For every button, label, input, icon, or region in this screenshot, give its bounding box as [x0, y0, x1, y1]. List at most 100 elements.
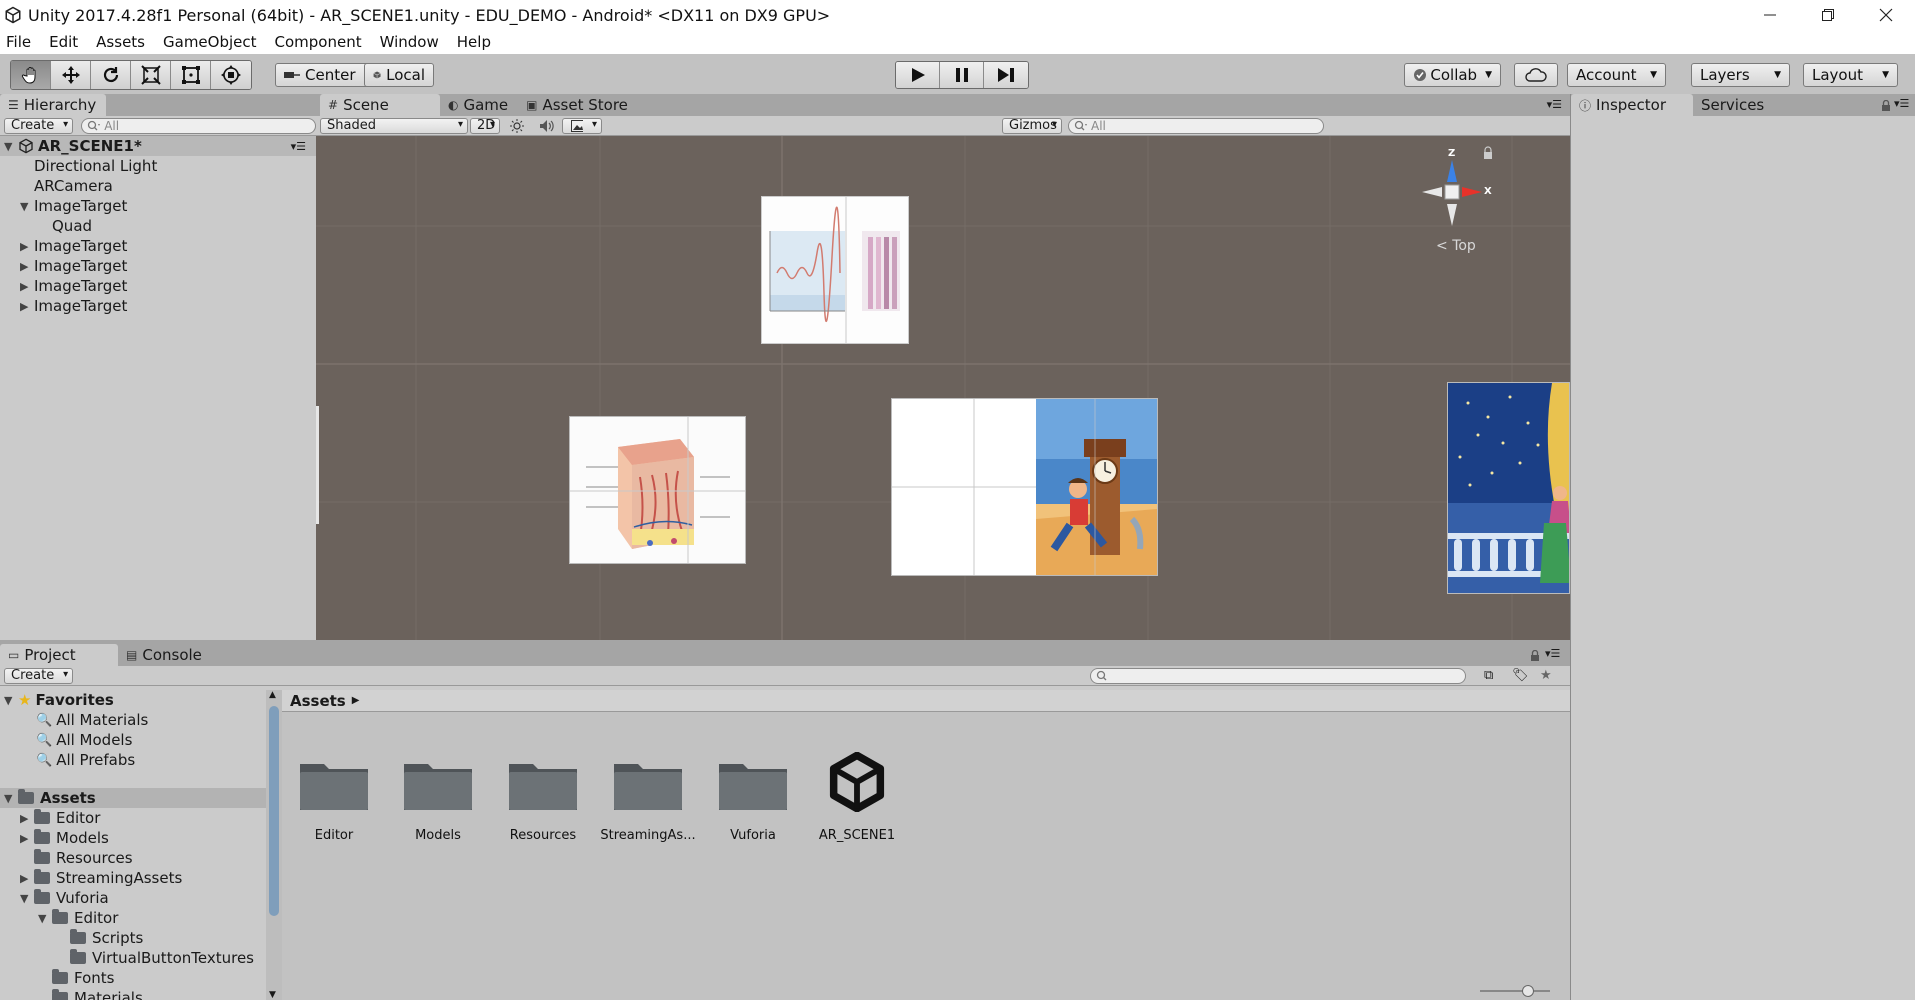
tab-asset-store[interactable]: ▣ Asset Store: [518, 94, 638, 116]
favorite-all-models[interactable]: 🔍 All Models: [0, 730, 266, 750]
scene-viewport[interactable]: Z X < Top: [316, 136, 1570, 640]
asset-folder-resources[interactable]: Resources: [493, 758, 593, 843]
effects-dropdown[interactable]: [562, 117, 602, 134]
play-button[interactable]: [896, 62, 940, 88]
expand-down-icon[interactable]: ▼: [38, 912, 52, 925]
zoom-slider-thumb[interactable]: [1522, 985, 1534, 997]
move-tool-button[interactable]: [51, 61, 91, 89]
image-target-skin[interactable]: [569, 416, 746, 564]
account-dropdown[interactable]: Account ▼: [1567, 63, 1666, 87]
hierarchy-item-imagetarget[interactable]: ▶ ImageTarget: [0, 276, 316, 296]
scale-tool-button[interactable]: [131, 61, 171, 89]
hierarchy-item-directional-light[interactable]: Directional Light: [0, 156, 316, 176]
image-target-chart[interactable]: [761, 196, 909, 344]
favorite-star-icon[interactable]: ★: [1540, 668, 1552, 683]
tree-folder-models[interactable]: ▶ Models: [0, 828, 266, 848]
favorites-row[interactable]: ▼ ★ Favorites: [0, 690, 266, 710]
gizmos-dropdown[interactable]: Gizmos: [1002, 117, 1062, 134]
menu-assets[interactable]: Assets: [96, 33, 145, 51]
hierarchy-search-input[interactable]: All: [81, 117, 316, 134]
panel-lock-icon[interactable]: [1530, 650, 1540, 662]
gizmo-view-label[interactable]: < Top: [1436, 238, 1476, 254]
image-target-night[interactable]: [1447, 382, 1570, 594]
tree-folder-resources[interactable]: Resources: [0, 848, 266, 868]
menu-window[interactable]: Window: [380, 33, 439, 51]
panel-menu-icon[interactable]: ▾☰: [1547, 98, 1562, 111]
panel-lock-icon[interactable]: [1881, 100, 1891, 112]
tab-hierarchy[interactable]: ☰ Hierarchy: [0, 94, 107, 116]
minimize-button[interactable]: [1741, 0, 1799, 30]
expand-right-icon[interactable]: ▶: [20, 260, 34, 273]
menu-file[interactable]: File: [6, 33, 31, 51]
project-create-dropdown[interactable]: Create: [4, 667, 74, 684]
pivot-center-button[interactable]: Center: [275, 63, 372, 87]
collab-button[interactable]: Collab ▼: [1404, 63, 1501, 87]
expand-right-icon[interactable]: ▶: [20, 280, 34, 293]
scene-menu-icon[interactable]: ▾☰: [291, 140, 306, 153]
filter-by-label-icon[interactable]: 🏷: [1512, 668, 1529, 683]
image-target-clock[interactable]: [891, 398, 1158, 576]
tab-inspector[interactable]: ⓘ Inspector: [1571, 94, 1693, 116]
step-button[interactable]: [984, 62, 1028, 88]
expand-down-icon[interactable]: ▼: [4, 792, 18, 805]
expand-down-icon[interactable]: ▼: [20, 892, 34, 905]
tab-scene[interactable]: # Scene: [320, 94, 440, 116]
expand-right-icon[interactable]: ▶: [20, 872, 34, 885]
expand-down-icon[interactable]: ▼: [20, 200, 34, 213]
assets-root-row[interactable]: ▼ Assets: [0, 788, 266, 808]
tree-folder-fonts[interactable]: Fonts: [0, 968, 266, 988]
expand-down-icon[interactable]: ▼: [4, 694, 18, 707]
menu-help[interactable]: Help: [457, 33, 491, 51]
favorite-all-materials[interactable]: 🔍 All Materials: [0, 710, 266, 730]
expand-right-icon[interactable]: ▶: [20, 832, 34, 845]
layers-dropdown[interactable]: Layers ▼: [1691, 63, 1790, 87]
menu-edit[interactable]: Edit: [49, 33, 78, 51]
tree-folder-virtualbuttontextures[interactable]: VirtualButtonTextures: [0, 948, 266, 968]
asset-folder-streamingassets[interactable]: StreamingAs...: [598, 758, 698, 843]
expand-down-icon[interactable]: ▼: [4, 140, 18, 153]
menu-component[interactable]: Component: [275, 33, 362, 51]
orientation-gizmo[interactable]: Z X < Top: [1412, 146, 1542, 256]
hand-tool-button[interactable]: [11, 61, 51, 89]
project-search-input[interactable]: [1090, 667, 1466, 684]
close-button[interactable]: [1857, 0, 1915, 30]
scroll-down-icon[interactable]: ▼: [269, 990, 276, 1000]
lighting-toggle[interactable]: [502, 118, 532, 134]
asset-folder-vuforia[interactable]: Vuforia: [703, 758, 803, 843]
panel-splitter-handle[interactable]: [316, 406, 319, 524]
expand-right-icon[interactable]: ▶: [20, 300, 34, 313]
hierarchy-item-arcamera[interactable]: ARCamera: [0, 176, 316, 196]
tab-console[interactable]: ▤ Console: [118, 644, 212, 666]
layout-dropdown[interactable]: Layout ▼: [1803, 63, 1898, 87]
panel-menu-icon[interactable]: ▾☰: [1894, 97, 1909, 110]
tree-folder-editor[interactable]: ▶ Editor: [0, 808, 266, 828]
mode-2d-toggle[interactable]: 2D: [470, 117, 500, 134]
scrollbar-thumb[interactable]: [269, 706, 279, 916]
hierarchy-create-dropdown[interactable]: Create: [4, 117, 74, 134]
hierarchy-item-imagetarget[interactable]: ▶ ImageTarget: [0, 236, 316, 256]
scene-root-row[interactable]: ▼ AR_SCENE1* ▾☰: [0, 136, 316, 156]
expand-right-icon[interactable]: ▶: [20, 240, 34, 253]
panel-menu-icon[interactable]: ▾☰: [1545, 647, 1560, 660]
restore-button[interactable]: [1799, 0, 1857, 30]
favorite-all-prefabs[interactable]: 🔍 All Prefabs: [0, 750, 266, 770]
audio-toggle[interactable]: [532, 118, 562, 134]
tree-folder-vuforia[interactable]: ▼ Vuforia: [0, 888, 266, 908]
filter-by-type-icon[interactable]: ⧉: [1484, 668, 1493, 683]
pivot-local-button[interactable]: Local: [364, 63, 434, 87]
zoom-slider[interactable]: [1480, 985, 1550, 997]
shading-mode-dropdown[interactable]: Shaded: [320, 117, 468, 134]
pause-button[interactable]: [940, 62, 984, 88]
asset-scene-ar-scene1[interactable]: AR_SCENE1: [807, 751, 907, 843]
hierarchy-item-imagetarget[interactable]: ▶ ImageTarget: [0, 256, 316, 276]
transform-tool-button[interactable]: [211, 61, 251, 89]
tree-folder-scripts[interactable]: Scripts: [0, 928, 266, 948]
hierarchy-item-quad[interactable]: Quad: [0, 216, 316, 236]
project-tree-scrollbar[interactable]: ▲ ▼: [266, 690, 282, 1000]
rotate-tool-button[interactable]: [91, 61, 131, 89]
tab-game[interactable]: ◐ Game: [440, 94, 518, 116]
rect-tool-button[interactable]: [171, 61, 211, 89]
scene-search-input[interactable]: All: [1068, 117, 1324, 134]
tree-folder-vuforia-editor[interactable]: ▼ Editor: [0, 908, 266, 928]
tree-folder-materials[interactable]: Materials: [0, 988, 266, 1000]
